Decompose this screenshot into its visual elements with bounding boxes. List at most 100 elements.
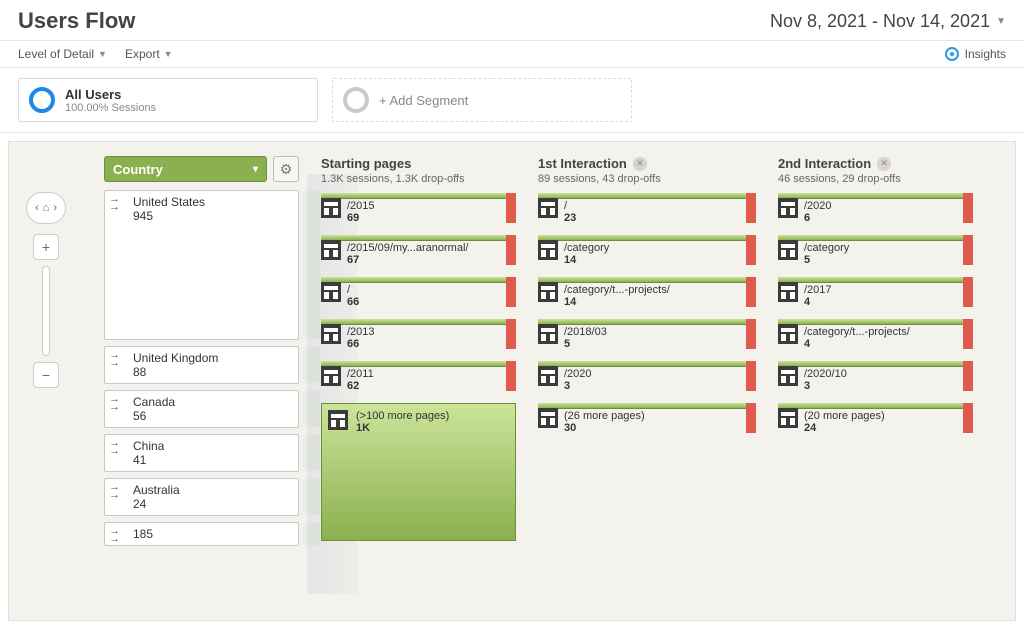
column-subtitle: 89 sessions, 43 drop-offs bbox=[538, 173, 756, 185]
source-value: 185 bbox=[133, 527, 292, 541]
source-label: Canada bbox=[133, 395, 292, 409]
flow-node[interactable]: (26 more pages)30 bbox=[538, 403, 756, 433]
flow-node[interactable]: /2018/035 bbox=[538, 319, 756, 349]
flow-node[interactable]: /category/t...-projects/14 bbox=[538, 277, 756, 307]
node-value: 69 bbox=[347, 212, 375, 224]
node-value: 14 bbox=[564, 296, 670, 308]
node-path: (>100 more pages) bbox=[356, 410, 509, 422]
page-icon bbox=[321, 198, 341, 218]
export-dropdown[interactable]: Export ▼ bbox=[125, 47, 173, 61]
source-label: Australia bbox=[133, 483, 292, 497]
flow-node[interactable]: /23 bbox=[538, 193, 756, 223]
chevron-down-icon: ▼ bbox=[98, 49, 107, 59]
page-icon bbox=[538, 366, 558, 386]
export-label: Export bbox=[125, 47, 160, 61]
page-icon bbox=[538, 282, 558, 302]
node-path: /2020 bbox=[564, 368, 592, 380]
node-path: /category bbox=[564, 242, 609, 254]
page-icon bbox=[778, 366, 798, 386]
node-path: / bbox=[347, 284, 359, 296]
flow-node[interactable]: /2020/103 bbox=[778, 361, 973, 391]
flow-node[interactable]: /201366 bbox=[321, 319, 516, 349]
source-value: 56 bbox=[133, 409, 292, 423]
flow-node[interactable]: /category/t...-projects/4 bbox=[778, 319, 973, 349]
page-icon bbox=[538, 408, 558, 428]
flow-node[interactable]: /20174 bbox=[778, 277, 973, 307]
page-icon bbox=[538, 324, 558, 344]
gear-icon: ⚙ bbox=[280, 161, 293, 178]
page-icon bbox=[778, 408, 798, 428]
flow-node[interactable]: /201569 bbox=[321, 193, 516, 223]
node-value: 62 bbox=[347, 380, 374, 392]
segment-subtitle: 100.00% Sessions bbox=[65, 102, 156, 114]
chevron-down-icon: ▼ bbox=[164, 49, 173, 59]
segment-title: All Users bbox=[65, 87, 156, 102]
node-value: 4 bbox=[804, 296, 832, 308]
date-range-picker[interactable]: Nov 8, 2021 - Nov 14, 2021 ▼ bbox=[770, 11, 1006, 32]
chevron-down-icon: ▼ bbox=[996, 16, 1006, 27]
page-icon bbox=[328, 410, 348, 430]
remove-step-button[interactable]: ✕ bbox=[877, 157, 891, 171]
dimension-label: Country bbox=[113, 162, 163, 177]
node-value: 14 bbox=[564, 254, 609, 266]
flow-node[interactable]: /category14 bbox=[538, 235, 756, 265]
source-node[interactable]: →→ United States 945 bbox=[104, 190, 299, 340]
node-value: 30 bbox=[564, 422, 645, 434]
chevron-down-icon: ▾ bbox=[253, 164, 258, 175]
home-icon: ⌂ bbox=[43, 202, 50, 214]
node-path: /2013 bbox=[347, 326, 375, 338]
node-value: 3 bbox=[564, 380, 592, 392]
flow-node[interactable]: /2015/09/my...aranormal/67 bbox=[321, 235, 516, 265]
flow-node[interactable]: /66 bbox=[321, 277, 516, 307]
pan-home-control[interactable]: ‹ ⌂ › bbox=[26, 192, 66, 224]
zoom-in-button[interactable]: + bbox=[33, 234, 59, 260]
segment-ring-icon bbox=[343, 87, 369, 113]
add-segment-button[interactable]: + Add Segment bbox=[332, 78, 632, 122]
page-icon bbox=[778, 198, 798, 218]
users-flow-canvas[interactable]: ‹ ⌂ › + − Country ▾ ⚙ →→ United States 9… bbox=[8, 141, 1016, 621]
source-node[interactable]: →→ China 41 bbox=[104, 434, 299, 472]
page-icon bbox=[538, 198, 558, 218]
segment-all-users[interactable]: All Users 100.00% Sessions bbox=[18, 78, 318, 122]
chevron-right-icon: › bbox=[53, 202, 57, 214]
node-path: /category/t...-projects/ bbox=[564, 284, 670, 296]
node-value: 24 bbox=[804, 422, 885, 434]
flow-node[interactable]: (20 more pages)24 bbox=[778, 403, 973, 433]
source-node[interactable]: →→ Canada 56 bbox=[104, 390, 299, 428]
node-value: 4 bbox=[804, 338, 910, 350]
flow-node-more[interactable]: (>100 more pages)1K ⇣ bbox=[321, 403, 516, 541]
source-node[interactable]: →→ Australia 24 bbox=[104, 478, 299, 516]
node-value: 1K bbox=[356, 422, 509, 434]
page-icon bbox=[778, 324, 798, 344]
node-path: /2015/09/my...aranormal/ bbox=[347, 242, 468, 254]
insights-icon bbox=[945, 47, 959, 61]
zoom-out-button[interactable]: − bbox=[33, 362, 59, 388]
segment-ring-icon bbox=[29, 87, 55, 113]
dimension-settings-button[interactable]: ⚙ bbox=[273, 156, 299, 182]
page-icon bbox=[538, 240, 558, 260]
remove-step-button[interactable]: ✕ bbox=[633, 157, 647, 171]
column-subtitle: 46 sessions, 29 drop-offs bbox=[778, 173, 973, 185]
flow-node[interactable]: /20206 bbox=[778, 193, 973, 223]
source-node[interactable]: →→ United Kingdom 88 bbox=[104, 346, 299, 384]
insights-label: Insights bbox=[965, 47, 1006, 61]
page-icon bbox=[321, 282, 341, 302]
dimension-column: Country ▾ ⚙ →→ United States 945 →→ Unit… bbox=[104, 156, 299, 552]
source-label: United States bbox=[133, 195, 292, 209]
node-value: 5 bbox=[804, 254, 849, 266]
flow-node[interactable]: /category5 bbox=[778, 235, 973, 265]
flow-node[interactable]: /201162 bbox=[321, 361, 516, 391]
node-path: /2018/03 bbox=[564, 326, 607, 338]
flow-node[interactable]: /20203 bbox=[538, 361, 756, 391]
source-node[interactable]: →→ 185 bbox=[104, 522, 299, 546]
insights-button[interactable]: Insights bbox=[945, 47, 1006, 61]
node-path: (20 more pages) bbox=[804, 410, 885, 422]
flow-column-1st: 1st Interaction ✕ 89 sessions, 43 drop-o… bbox=[538, 156, 756, 552]
source-value: 88 bbox=[133, 365, 292, 379]
dimension-selector[interactable]: Country ▾ bbox=[104, 156, 267, 182]
zoom-slider[interactable] bbox=[42, 266, 50, 356]
level-of-detail-dropdown[interactable]: Level of Detail ▼ bbox=[18, 47, 107, 61]
source-value: 24 bbox=[133, 497, 292, 511]
node-path: (26 more pages) bbox=[564, 410, 645, 422]
column-title: Starting pages bbox=[321, 156, 516, 171]
